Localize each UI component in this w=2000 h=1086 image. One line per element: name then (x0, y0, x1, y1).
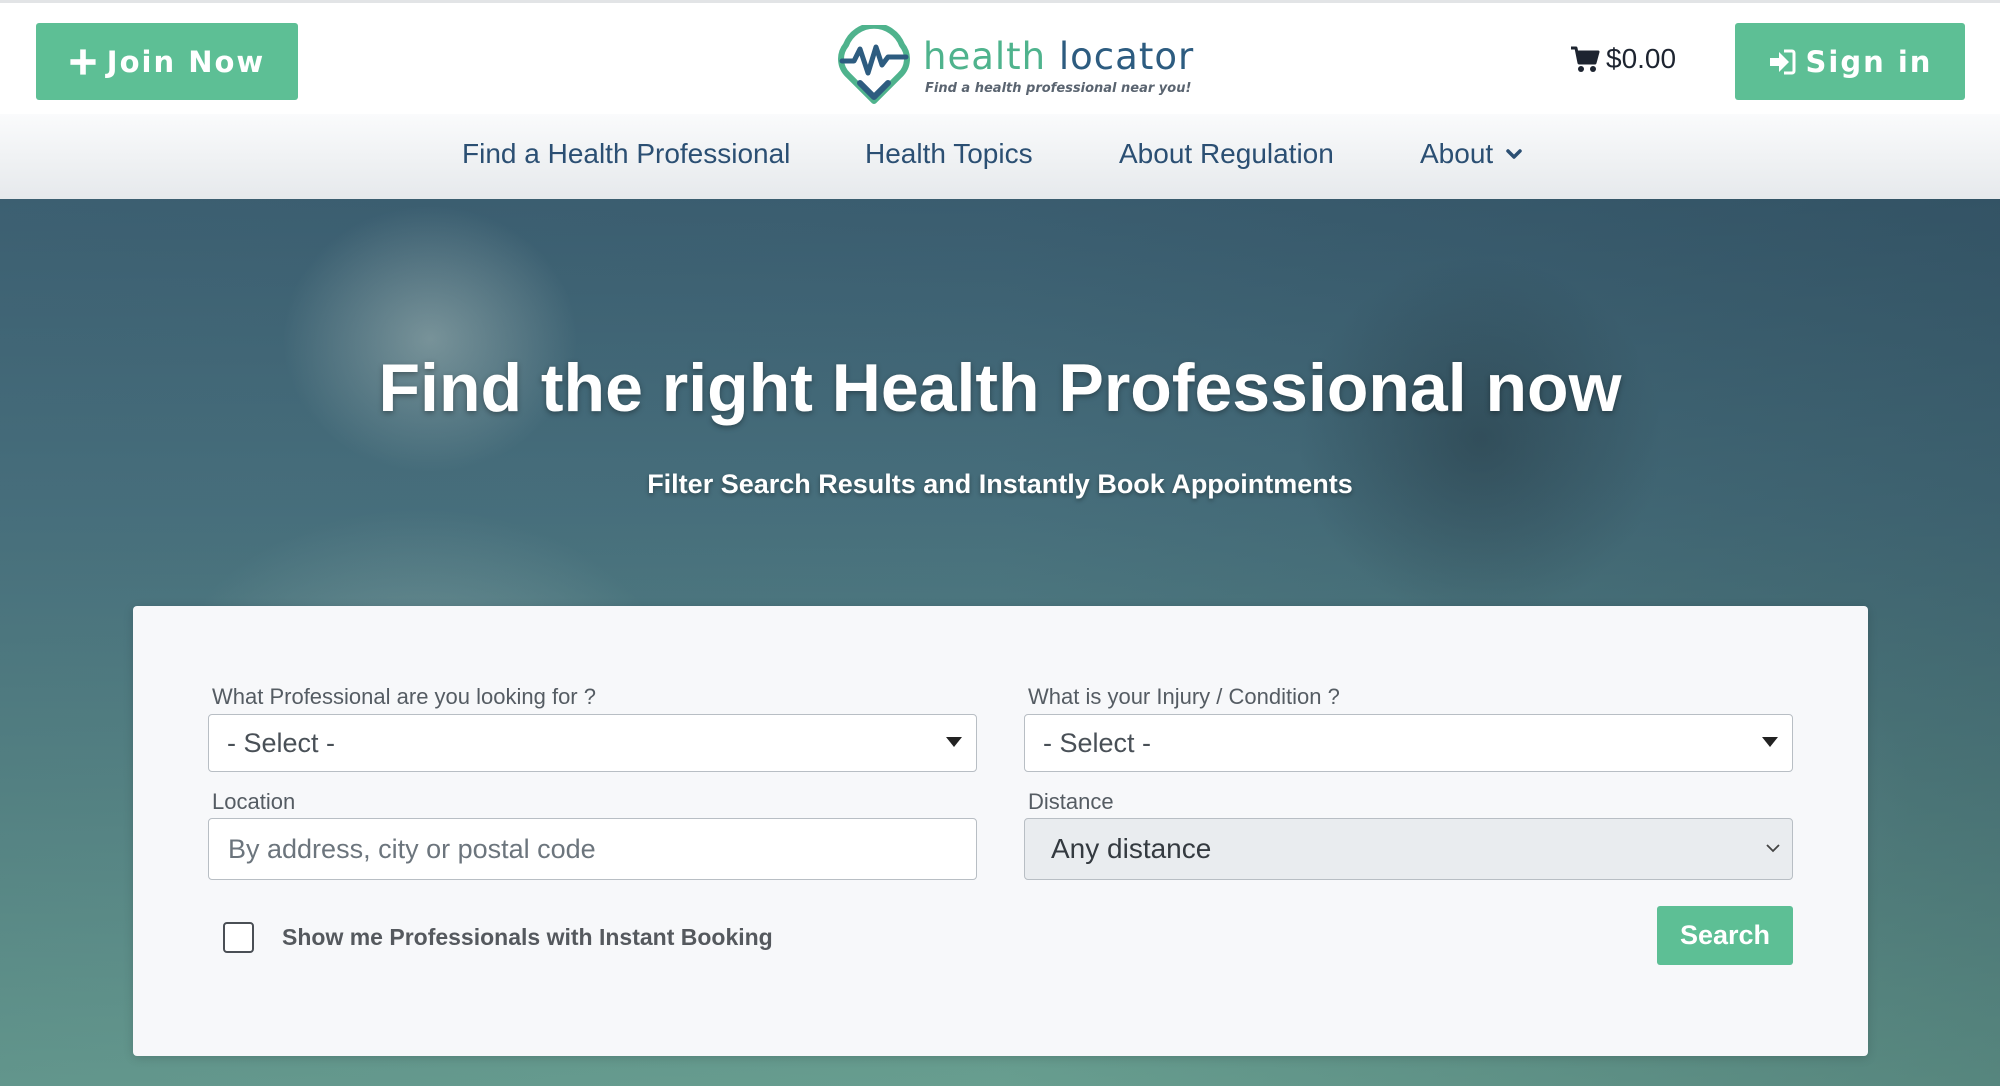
distance-label: Distance (1028, 789, 1114, 814)
nav-about-dropdown[interactable]: About (1420, 138, 1523, 170)
nav-about-regulation[interactable]: About Regulation (1119, 138, 1334, 170)
caret-down-icon (1762, 737, 1778, 747)
distance-select[interactable]: Any distance (1024, 818, 1793, 880)
professional-select[interactable]: - Select - (208, 714, 977, 772)
logo-heart-pulse-icon (838, 25, 910, 104)
logo-word-locator: locator (1058, 35, 1195, 78)
search-form-card: What Professional are you looking for ? … (133, 606, 1868, 1056)
shopping-cart-icon (1571, 46, 1600, 72)
hero-section: Find the right Health Professional now F… (0, 199, 2000, 1086)
logo-wordmark: health locator (923, 35, 1194, 78)
nav-item-label: About Regulation (1119, 138, 1334, 169)
nav-health-topics[interactable]: Health Topics (865, 138, 1033, 170)
top-header: Join Now health locator Find a health pr… (0, 0, 2000, 114)
main-nav: Find a Health Professional Health Topics… (0, 114, 2000, 199)
chevron-down-icon (1506, 149, 1522, 159)
sign-in-label: Sign in (1805, 44, 1933, 79)
join-now-button[interactable]: Join Now (36, 23, 298, 100)
hero-subtitle: Filter Search Results and Instantly Book… (647, 469, 1353, 499)
health-locator-logo[interactable]: health locator Find a health professiona… (838, 23, 1193, 107)
sign-in-button[interactable]: Sign in (1735, 23, 1965, 100)
location-label: Location (212, 789, 296, 814)
chevron-down-icon (1766, 844, 1780, 853)
logo-tagline: Find a health professional near you! (925, 81, 1192, 96)
condition-select-value: - Select - (1043, 727, 1152, 758)
instant-booking-checkbox[interactable] (223, 922, 254, 953)
search-button[interactable]: Search (1657, 906, 1793, 965)
nav-find-health-professional[interactable]: Find a Health Professional (462, 138, 790, 170)
professional-select-value: - Select - (227, 727, 336, 758)
sign-in-icon (1769, 49, 1796, 74)
nav-item-label: About (1420, 138, 1494, 169)
caret-down-icon (946, 737, 962, 747)
condition-label: What is your Injury / Condition ? (1028, 684, 1340, 709)
logo-word-health: health (923, 35, 1047, 78)
cart-link[interactable]: $0.00 (1570, 39, 1676, 79)
plus-icon (70, 48, 96, 75)
professional-label: What Professional are you looking for ? (212, 684, 596, 709)
condition-select[interactable]: - Select - (1024, 714, 1793, 772)
cart-total: $0.00 (1606, 43, 1677, 74)
hero-title: Find the right Health Professional now (378, 350, 1622, 426)
nav-item-label: Find a Health Professional (462, 138, 791, 169)
instant-booking-label[interactable]: Show me Professionals with Instant Booki… (282, 924, 773, 951)
nav-item-label: Health Topics (865, 138, 1033, 169)
join-now-label: Join Now (106, 44, 266, 79)
distance-select-value: Any distance (1051, 833, 1212, 864)
location-input[interactable] (208, 818, 977, 880)
